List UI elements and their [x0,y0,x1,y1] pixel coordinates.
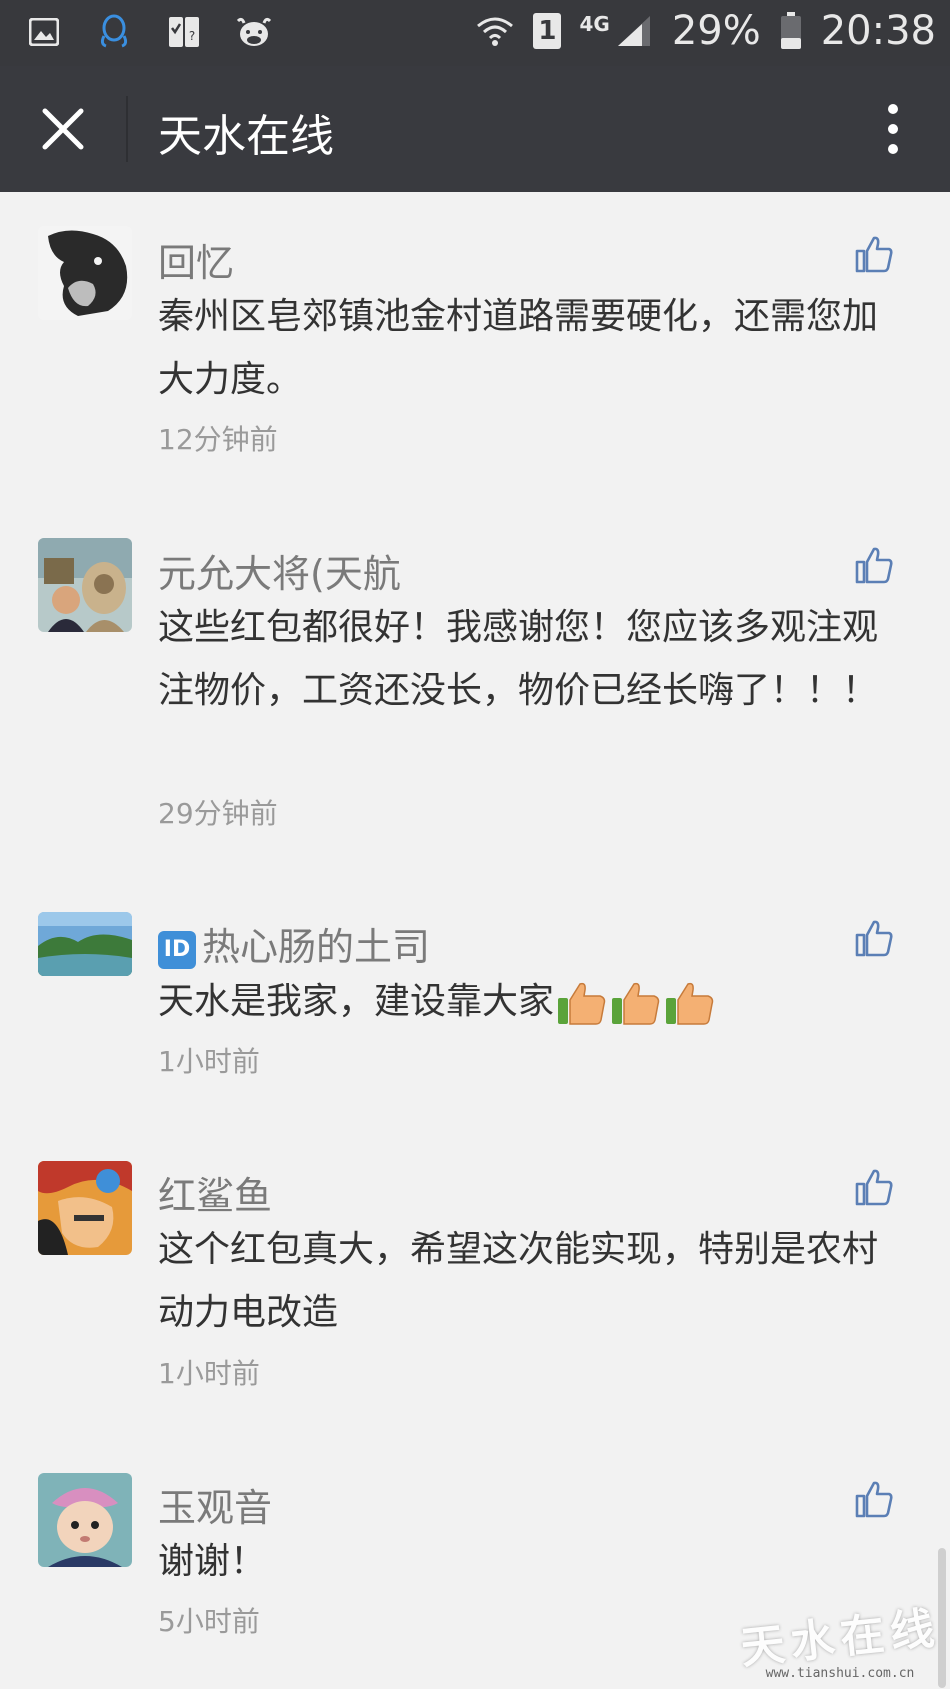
signal-icon [614,11,654,51]
watermark-logo: 天水在线 [738,1602,943,1675]
comment-text: 这个红包真大，希望这次能实现，特别是农村动力电改造 [158,1229,879,1333]
status-bar: ? 1 4G 29% 20:38 [0,0,950,66]
header-divider [126,96,128,162]
thumbs-up-icon[interactable] [854,545,894,585]
gallery-icon [24,12,64,52]
close-button[interactable] [30,96,96,162]
watermark: 天水在线 www.tianshui.com.cn [738,1602,942,1681]
network-type: 4G [579,12,610,36]
thumbs-up-emoji-icon [612,982,660,1025]
battery-percent: 29% [671,8,761,54]
comment-time: 29分钟前 [158,797,278,830]
comment-time: 5小时前 [158,1605,260,1638]
more-vertical-icon [888,104,898,154]
cow-icon [234,12,274,52]
comment-text: 天水是我家，建设靠大家 [158,970,878,1033]
thumbs-up-emoji-icon [666,982,714,1025]
battery-icon [779,11,803,51]
comment-text: 这些红包都很好！我感谢您！您应该多观注观注物价，工资还没长，物价已经长嗨了！！！ [158,607,879,711]
thumbs-up-icon[interactable] [854,234,894,274]
svg-text:?: ? [189,29,195,43]
avatar[interactable] [38,912,132,976]
more-menu-button[interactable] [860,92,926,166]
id-badge-icon: ID [158,930,196,969]
commenter-name: 元允大将(天航 [158,552,401,596]
comment-time: 1小时前 [158,1045,260,1078]
wifi-icon [475,11,515,51]
comment-text-content: 天水是我家，建设靠大家 [158,981,555,1022]
commenter-name: ID 热心肠的土司 [158,916,430,971]
thumbs-up-emoji-icon [558,982,606,1025]
sim-slot-badge: 1 [533,13,562,49]
thumbs-up-icon[interactable] [854,1167,894,1207]
qq-icon [94,12,134,52]
commenter-name: 红鲨鱼 [158,1174,273,1218]
commenter-name-text: 热心肠的土司 [202,925,431,969]
commenter-name: 回忆 [158,241,235,285]
avatar[interactable] [38,538,132,632]
comment-text: 秦州区皂郊镇池金村道路需要硬化，还需您加大力度。 [158,296,879,400]
app-header: 天水在线 [0,66,950,192]
clock: 20:38 [820,8,936,54]
comment-text: 谢谢！ [158,1541,267,1582]
sim-tool-icon: ? [164,12,204,52]
avatar[interactable] [38,226,132,320]
avatar[interactable] [38,1161,132,1255]
comment-time: 12分钟前 [158,423,278,456]
commenter-name: 玉观音 [158,1486,273,1530]
page-title: 天水在线 [158,111,334,162]
close-icon [42,108,84,150]
comment-time: 1小时前 [158,1357,260,1390]
thumbs-up-icon[interactable] [854,1479,894,1519]
thumbs-up-icon[interactable] [854,918,894,958]
avatar[interactable] [38,1473,132,1567]
